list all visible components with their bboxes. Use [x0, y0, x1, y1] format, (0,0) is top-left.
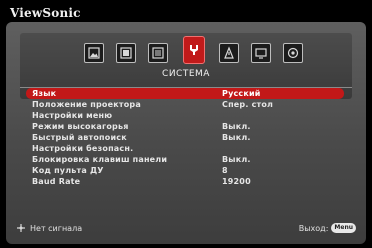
menu-item-value: Выкл.	[222, 155, 251, 164]
advanced-icon	[152, 47, 164, 59]
menu-item-value: 19200	[222, 177, 251, 186]
menu-item-baud-rate[interactable]: Baud Rate 19200	[26, 176, 344, 187]
display-icon	[255, 48, 267, 59]
menu-item-value: Русский	[222, 89, 261, 98]
menu-item-label: Код пульта ДУ	[32, 166, 104, 175]
menu-item-projector-position[interactable]: Положение проектора Спер. стол	[26, 99, 344, 110]
active-tab-title: СИСТЕМА	[162, 69, 210, 79]
menu-item-quick-autosearch[interactable]: Быстрый автопоиск Выкл.	[26, 132, 344, 143]
options-icon	[287, 47, 299, 59]
brand-logo: ViewSonic	[10, 6, 81, 20]
tab-information[interactable]	[219, 43, 239, 63]
menu-item-label: Baud Rate	[32, 177, 81, 186]
menu-item-value: 8	[222, 166, 228, 175]
menu-item-menu-settings[interactable]: Настройки меню	[26, 110, 344, 121]
tab-display[interactable]	[251, 43, 271, 63]
tab-picture[interactable]	[84, 43, 104, 63]
tab-advanced[interactable]	[148, 43, 168, 63]
tab-image-settings[interactable]	[116, 43, 136, 63]
tab-options[interactable]	[283, 43, 303, 63]
menu-item-language[interactable]: Язык Русский	[26, 88, 344, 99]
signal-status: Нет сигнала	[30, 223, 83, 233]
system-menu-list: Язык Русский Положение проектора Спер. с…	[26, 88, 344, 187]
input-source-icon	[17, 224, 25, 232]
system-icon	[190, 45, 198, 55]
menu-item-label: Настройки безопасн.	[32, 144, 134, 153]
tab-system[interactable]	[183, 36, 205, 64]
exit-label: Выход:	[298, 223, 329, 233]
menu-item-label: Блокировка клавиш панели	[32, 155, 168, 164]
menu-item-label: Быстрый автопоиск	[32, 133, 127, 142]
status-footer: Нет сигнала Выход: Menu	[16, 223, 356, 235]
menu-item-label: Настройки меню	[32, 111, 113, 120]
menu-key-icon[interactable]: Menu	[331, 223, 356, 233]
information-icon	[224, 46, 234, 59]
osd-panel: СИСТЕМА Язык Русский Положение проектора…	[6, 22, 366, 244]
menu-item-value: Выкл.	[222, 133, 251, 142]
menu-item-label: Положение проектора	[32, 100, 141, 109]
menu-item-label: Язык	[32, 89, 57, 98]
menu-item-value: Выкл.	[222, 122, 251, 131]
picture-icon	[88, 47, 100, 59]
menu-item-panel-key-lock[interactable]: Блокировка клавиш панели Выкл.	[26, 154, 344, 165]
menu-item-remote-code[interactable]: Код пульта ДУ 8	[26, 165, 344, 176]
menu-item-high-altitude[interactable]: Режим высокагорья Выкл.	[26, 121, 344, 132]
menu-item-label: Режим высокагорья	[32, 122, 129, 131]
menu-item-value: Спер. стол	[222, 100, 274, 109]
image-settings-icon	[120, 47, 132, 59]
menu-item-security-settings[interactable]: Настройки безопасн.	[26, 143, 344, 154]
